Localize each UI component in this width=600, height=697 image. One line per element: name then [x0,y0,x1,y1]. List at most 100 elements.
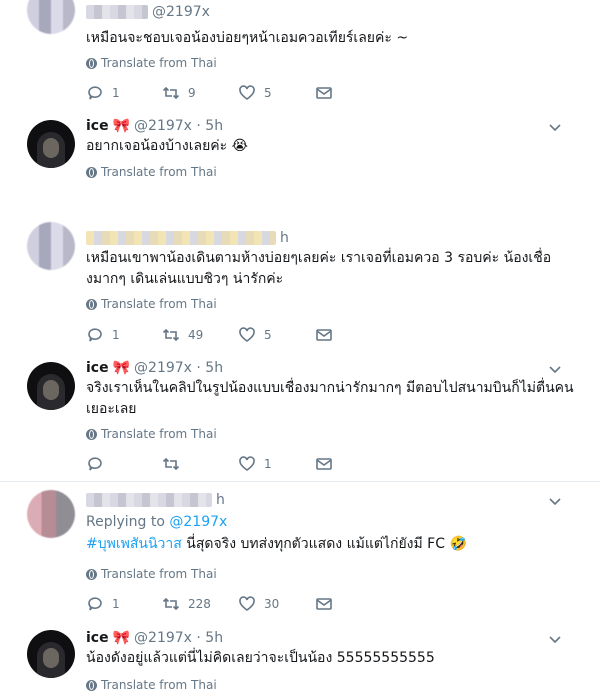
chevron-down-icon[interactable] [548,495,562,509]
blurred-name [86,231,276,245]
like-count: 5 [264,86,272,100]
retweet-icon [162,328,180,342]
reply-button[interactable] [86,455,104,473]
like-button[interactable]: 1 [238,455,272,473]
like-count: 30 [264,597,280,611]
dm-button[interactable] [315,455,333,473]
mail-icon [316,329,332,341]
reply-icon [88,597,102,611]
translate-link[interactable]: Translate from Thai [86,678,217,692]
thread-divider [0,481,600,482]
translate-link[interactable]: Translate from Thai [86,165,217,179]
reply-count: 1 [112,328,120,342]
tweet-actions: 1 49 5 [86,326,346,346]
translate-label: Translate from Thai [101,56,217,70]
tweet-header: h [86,230,289,246]
handle[interactable]: h [216,492,225,508]
translate-link[interactable]: Translate from Thai [86,567,217,581]
dm-button[interactable] [315,84,333,102]
handle[interactable]: @2197x [152,4,210,20]
tweet-text: เหมือนจะชอบเจอน้องบ่อยๆหน้าเอมควอเทียร์เ… [86,30,409,46]
dm-button[interactable] [315,595,333,613]
reply-button[interactable]: 1 [86,326,120,344]
translate-label: Translate from Thai [101,165,217,179]
reply-button[interactable]: 1 [86,84,120,102]
reply-icon [88,328,102,342]
heart-icon [239,596,255,611]
display-name[interactable]: ice [86,118,109,134]
retweet-button[interactable]: 49 [162,326,203,344]
avatar[interactable] [27,630,75,678]
mail-icon [316,87,332,99]
heart-icon [239,85,255,100]
heart-icon [239,327,255,342]
like-count: 5 [264,328,272,342]
chevron-down-icon[interactable] [548,363,562,377]
globe-icon [86,428,97,440]
translate-label: Translate from Thai [101,567,217,581]
handle[interactable]: h [280,230,289,246]
tweet-text: อยากเจอน้องบ้างเลยค่ะ 😭 [86,138,249,154]
retweet-count: 228 [188,597,211,611]
tweet-text: น้องดังอยู่แล้วแต่นี่ไม่คิดเลยว่าจะเป็นน… [86,650,435,666]
tweet-text: จริงเราเห็นในคลิปในรูปน้องแบบเชื่องมากน่… [86,380,574,417]
blurred-name [86,5,148,19]
blurred-name [86,493,212,507]
avatar[interactable] [27,362,75,410]
avatar[interactable] [27,490,75,538]
face-shape [43,380,59,400]
retweet-button[interactable] [162,455,180,473]
handle[interactable]: @2197x · 5h [134,630,223,646]
retweet-button[interactable]: 9 [162,84,196,102]
avatar[interactable] [27,222,75,270]
avatar[interactable] [27,0,75,34]
reply-count: 1 [112,597,120,611]
tweet-actions: 1 9 5 [86,84,346,104]
translate-link[interactable]: Translate from Thai [86,56,217,70]
hashtag[interactable]: #บุพเพสันนิวาส [86,536,182,552]
bow-emoji: 🎀 [112,630,131,646]
retweet-icon [162,457,180,471]
handle[interactable]: @2197x · 5h [134,118,223,134]
tweet-actions: 1 [86,455,346,475]
tweet-actions: 1 228 30 [86,595,346,615]
tweet-text: เหมือนเขาพาน้องเดินตามห้างบ่อยๆเลยค่ะ เร… [86,250,552,287]
handle[interactable]: @2197x · 5h [134,360,223,376]
tweet-header: ice 🎀 @2197x · 5h [86,118,223,134]
retweet-icon [162,597,180,611]
mail-icon [316,598,332,610]
face-shape [43,648,59,668]
globe-icon [86,57,97,69]
retweet-button[interactable]: 228 [162,595,211,613]
translate-link[interactable]: Translate from Thai [86,297,217,311]
tweet-header: ice 🎀 @2197x · 5h [86,630,223,646]
display-name[interactable]: ice [86,630,109,646]
globe-icon [86,679,97,691]
retweet-count: 9 [188,86,196,100]
heart-icon [239,456,255,471]
chevron-down-icon[interactable] [548,121,562,135]
bow-emoji: 🎀 [112,360,131,376]
avatar[interactable] [27,120,75,168]
like-count: 1 [264,457,272,471]
like-button[interactable]: 30 [238,595,279,613]
globe-icon [86,298,97,310]
replying-handle[interactable]: @2197x [169,514,227,530]
chevron-down-icon[interactable] [548,633,562,647]
like-button[interactable]: 5 [238,84,272,102]
tweet-text: #บุพเพสันนิวาส นี่สุดจริง บทส่งทุกตัวแสด… [86,534,586,555]
translate-label: Translate from Thai [101,427,217,441]
replying-label: Replying to [86,514,165,530]
dm-button[interactable] [315,326,333,344]
reply-icon [88,86,102,100]
bow-emoji: 🎀 [112,118,131,134]
tweet-header: @2197x [86,4,210,20]
like-button[interactable]: 5 [238,326,272,344]
face-shape [43,138,59,158]
translate-label: Translate from Thai [101,297,217,311]
display-name[interactable]: ice [86,360,109,376]
translate-link[interactable]: Translate from Thai [86,427,217,441]
globe-icon [86,568,97,580]
tweet-body: นี่สุดจริง บทส่งทุกตัวแสดง แม้แต่ไก่ยังม… [181,536,467,552]
reply-button[interactable]: 1 [86,595,120,613]
